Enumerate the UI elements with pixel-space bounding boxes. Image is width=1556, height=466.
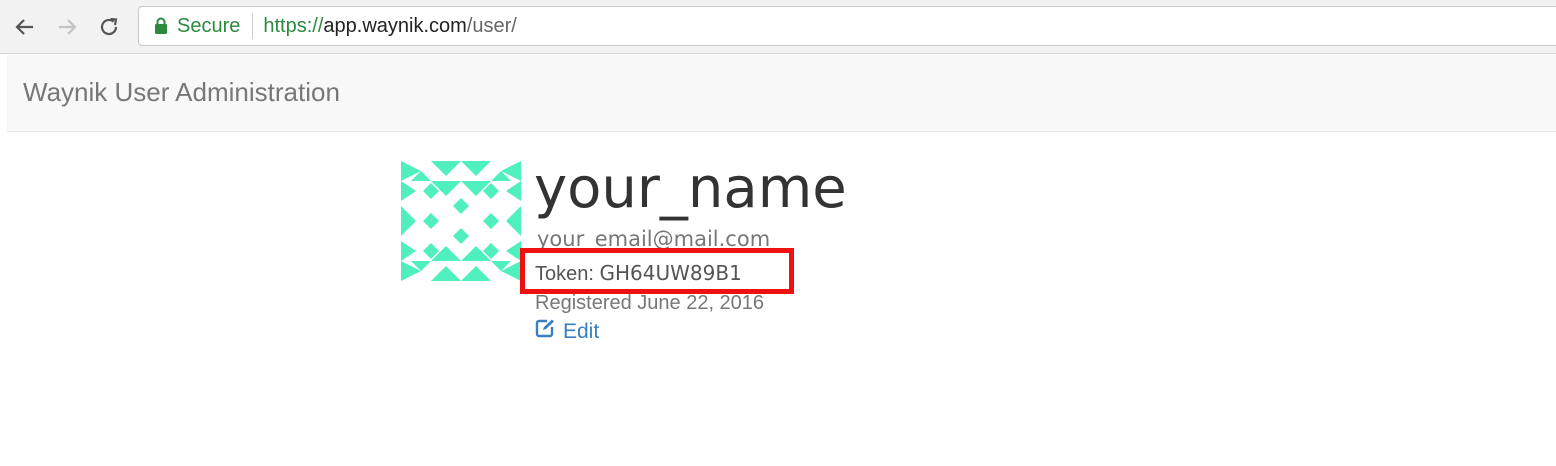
edit-icon bbox=[535, 318, 563, 345]
back-button[interactable] bbox=[8, 10, 42, 44]
omnibox-divider bbox=[252, 13, 254, 39]
url-scheme: https:// bbox=[263, 14, 324, 37]
browser-toolbar: Secure https://app.waynik.com/user/ bbox=[0, 0, 1556, 54]
forward-button[interactable] bbox=[50, 10, 84, 44]
avatar bbox=[401, 161, 521, 281]
reload-button[interactable] bbox=[92, 10, 126, 44]
url-host: app.waynik.com bbox=[323, 14, 467, 37]
secure-label: Secure bbox=[177, 14, 241, 37]
token-highlight-box bbox=[520, 248, 794, 294]
url-text[interactable]: https://app.waynik.com/user/ bbox=[263, 15, 516, 38]
edit-profile-link[interactable]: Edit bbox=[535, 318, 599, 345]
address-bar[interactable]: Secure https://app.waynik.com/user/ bbox=[138, 6, 1556, 46]
edit-label: Edit bbox=[563, 319, 600, 343]
profile-registered: Registered June 22, 2016 bbox=[535, 292, 765, 314]
reload-icon bbox=[98, 16, 120, 38]
profile-username: your_name bbox=[534, 156, 847, 221]
app-navbar: Waynik User Administration bbox=[7, 55, 1556, 132]
url-path: /user/ bbox=[466, 14, 517, 37]
brand-link[interactable]: Waynik User Administration bbox=[23, 77, 340, 108]
back-arrow-icon bbox=[14, 16, 36, 38]
lock-icon bbox=[149, 14, 173, 38]
forward-arrow-icon bbox=[56, 16, 78, 38]
